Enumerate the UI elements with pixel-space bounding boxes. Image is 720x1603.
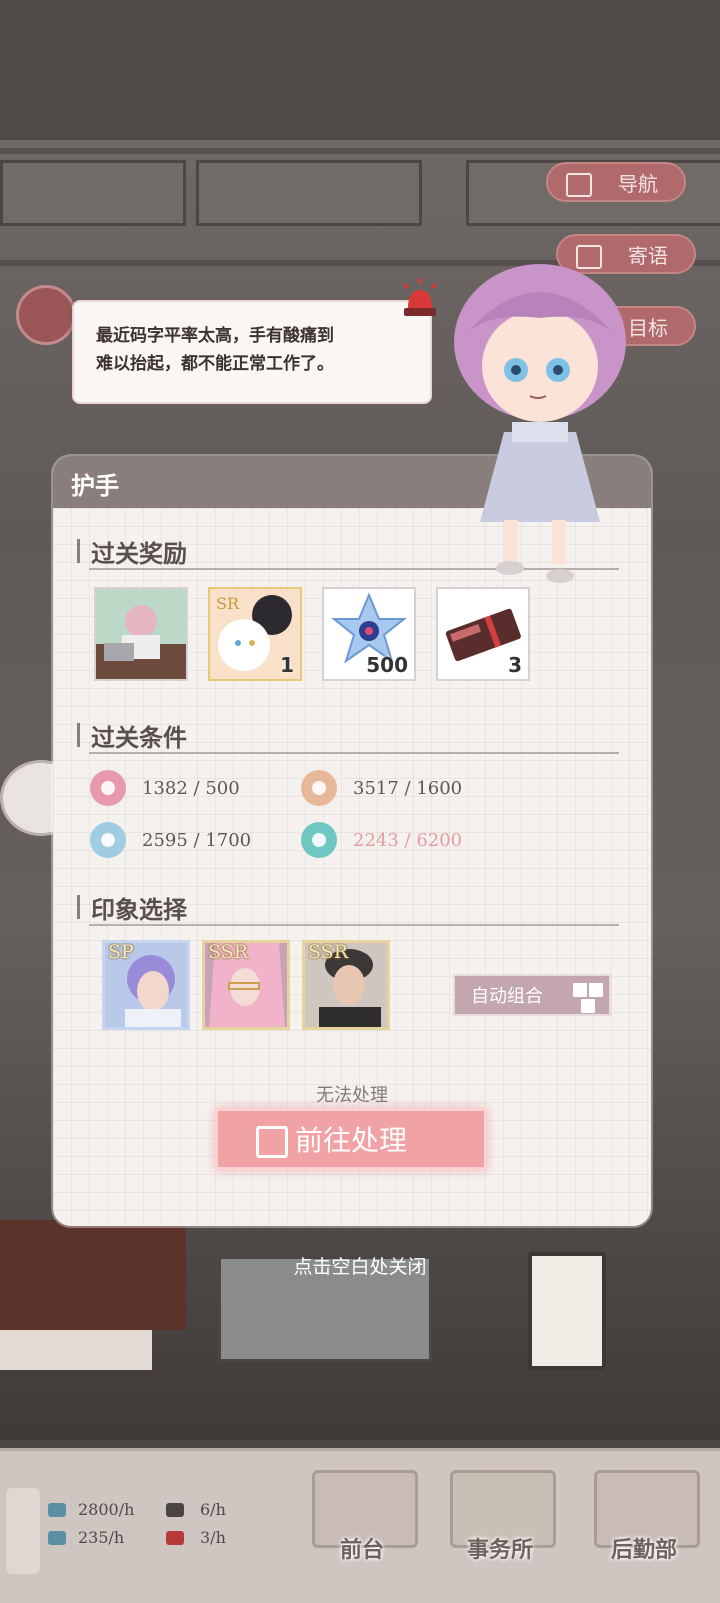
condition-value: 1382 / 500 <box>142 778 240 799</box>
section-divider <box>89 924 619 926</box>
section-divider <box>89 752 619 754</box>
grid-icon <box>573 983 587 997</box>
go-process-button[interactable]: 前往处理 <box>215 1108 487 1170</box>
grid-icon <box>581 999 595 1013</box>
nav-front-desk[interactable]: 前台 <box>298 1470 426 1588</box>
tap-blank-close-hint[interactable]: 点击空白处关闭 <box>0 1252 720 1279</box>
stat-gifts: 3/h <box>200 1528 226 1547</box>
divider <box>0 148 720 154</box>
rank-badge: SP <box>108 941 134 963</box>
background-window <box>196 160 422 226</box>
alarm-icon <box>402 278 438 316</box>
reward-item[interactable]: 3 <box>436 587 530 681</box>
condition-value-unmet: 2243 / 6200 <box>353 830 462 851</box>
navigate-button[interactable]: 导航 <box>546 162 686 202</box>
reward-count: 500 <box>366 653 408 677</box>
enter-arrow-icon <box>256 1126 288 1158</box>
speech-line-1: 最近码字平率太高，手有酸痛到 <box>96 326 334 346</box>
nav-label: 后勤部 <box>610 1538 677 1563</box>
graduate-icon <box>90 822 126 858</box>
rank-badge: SSR <box>308 941 349 963</box>
cannot-process-text: 无法处理 <box>316 1085 388 1106</box>
condition-separator: / <box>398 830 417 851</box>
writing-icon <box>90 770 126 806</box>
condition-target: 1600 <box>416 778 463 799</box>
avatar-bubble-icon[interactable] <box>16 285 76 345</box>
condition-value: 2595 / 1700 <box>142 830 251 851</box>
stat-staff: 6/h <box>200 1500 226 1519</box>
svg-text:SR: SR <box>216 594 240 613</box>
auto-combine-label: 自动组合 <box>471 986 543 1007</box>
condition-current: 1382 <box>142 778 188 799</box>
impression-section-title: 印象选择 <box>77 890 187 925</box>
condition-current: 3517 <box>353 778 399 799</box>
money-icon <box>48 1503 66 1517</box>
rank-badge: SSR <box>208 941 249 963</box>
book-icon <box>48 1531 66 1545</box>
go-process-label: 前往处理 <box>294 1124 407 1157</box>
condition-target: 500 <box>205 778 240 799</box>
grid-icon <box>589 983 603 997</box>
background-window <box>0 160 186 226</box>
top-black-area <box>0 0 720 140</box>
reward-item[interactable]: 500 <box>322 587 416 681</box>
reward-item[interactable]: SR 1 <box>208 587 302 681</box>
condition-separator: / <box>187 830 206 851</box>
condition-value: 3517 / 1600 <box>353 778 462 799</box>
nav-office[interactable]: 事务所 <box>436 1470 564 1588</box>
condition-target: 1700 <box>205 830 252 851</box>
reward-count: 1 <box>280 653 294 677</box>
reception-desk <box>0 1330 152 1370</box>
speech-bubble: 最近码字平率太高，手有酸痛到 难以抬起，都不能正常工作了。 <box>72 300 432 404</box>
character-card[interactable]: SSR <box>202 940 290 1030</box>
stat-books: 235/h <box>78 1528 125 1547</box>
nav-logistics[interactable]: 后勤部 <box>580 1470 708 1588</box>
condition-current: 2595 <box>142 830 188 851</box>
character-card[interactable]: SP <box>102 940 190 1030</box>
nav-label: 前台 <box>339 1538 384 1563</box>
chibi-character <box>454 264 626 583</box>
condition-current: 2243 <box>353 830 399 851</box>
nav-label: 事务所 <box>466 1538 533 1563</box>
condition-separator: / <box>187 778 206 799</box>
navigate-label: 导航 <box>618 171 658 196</box>
cg-image-icon <box>96 589 186 679</box>
character-card[interactable]: SSR <box>302 940 390 1030</box>
reward-section-title: 过关奖励 <box>77 534 187 569</box>
reward-item[interactable] <box>94 587 188 681</box>
gift-icon <box>166 1531 184 1545</box>
panel-title: 护手 <box>71 472 119 500</box>
speech-line-2: 难以抬起，都不能正常工作了。 <box>96 354 334 374</box>
staff-icon <box>166 1503 184 1517</box>
people-icon <box>301 770 337 806</box>
scroll-icon[interactable] <box>6 1488 40 1574</box>
condition-target: 6200 <box>416 830 463 851</box>
map-icon <box>566 173 592 197</box>
condition-section-title: 过关条件 <box>77 718 187 753</box>
flower-icon <box>301 822 337 858</box>
auto-combine-button[interactable]: 自动组合 <box>453 974 611 1016</box>
stat-money: 2800/h <box>78 1500 135 1519</box>
condition-separator: / <box>398 778 417 799</box>
reward-count: 3 <box>508 653 522 677</box>
